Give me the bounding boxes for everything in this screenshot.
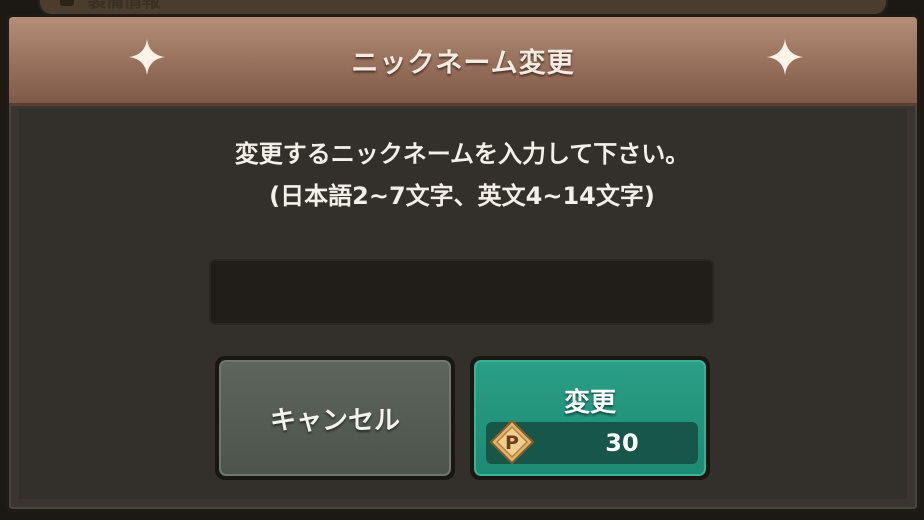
change-button-label: 変更 <box>563 388 616 418</box>
cancel-button[interactable]: キャンセル <box>215 356 455 480</box>
nickname-input[interactable] <box>209 259 714 325</box>
cancel-button-label: キャンセル <box>219 360 451 476</box>
character-limit-note: (日本語2~7文字、英文4~14文字) <box>269 182 655 210</box>
sparkle-icon <box>767 39 803 75</box>
instruction-text: 変更するニックネームを入力して下さい。 <box>234 140 690 168</box>
dialog-header: ニックネーム変更 <box>9 17 917 106</box>
coin-letter: P <box>505 432 519 454</box>
p-coin-icon: P <box>489 419 535 465</box>
change-button-body: 変更 30 P <box>474 360 706 476</box>
equipment-icon <box>60 0 74 6</box>
change-button[interactable]: 変更 30 P <box>470 356 710 480</box>
background-bar-label: 装備情報 <box>88 0 160 12</box>
cost-value: 30 <box>605 429 639 457</box>
